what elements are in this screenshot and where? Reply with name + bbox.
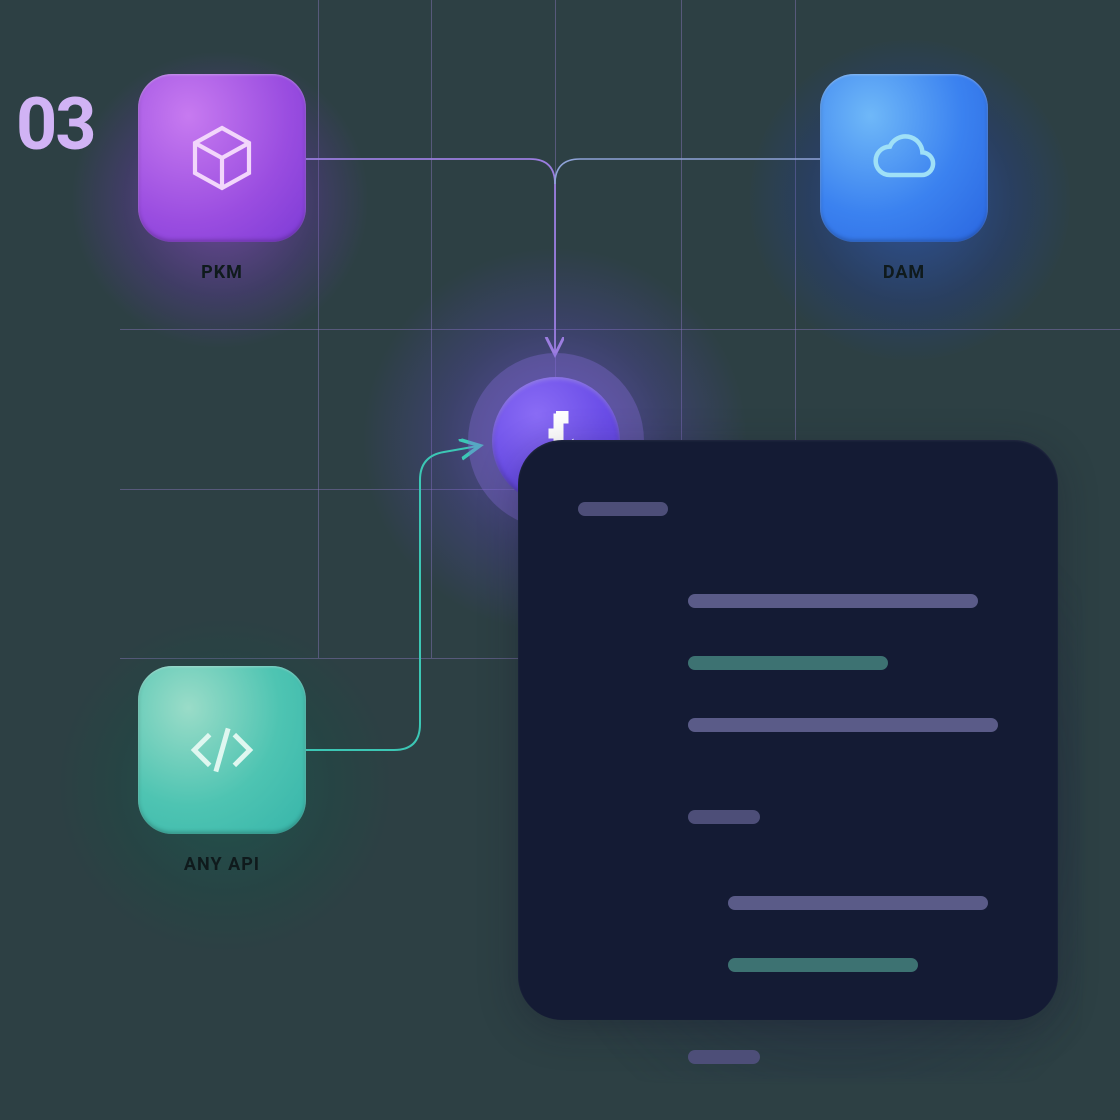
cloud-icon: [870, 124, 938, 192]
node-pkm: [138, 74, 306, 242]
code-line: [728, 958, 918, 972]
package-icon: [186, 122, 258, 194]
node-dam-label: DAM: [883, 262, 925, 283]
code-icon: [185, 713, 259, 787]
code-line: [688, 810, 760, 824]
code-line: [688, 594, 978, 608]
code-line: [578, 502, 668, 516]
code-line: [728, 896, 988, 910]
node-api-label: ANY API: [184, 854, 260, 875]
diagram-canvas: 03 PKM DAM ANY API: [0, 0, 1120, 1120]
code-panel: [518, 440, 1058, 1020]
code-line: [688, 718, 998, 732]
node-dam: [820, 74, 988, 242]
step-number: 03: [16, 82, 95, 167]
code-line: [688, 656, 888, 670]
node-api: [138, 666, 306, 834]
code-line: [688, 1050, 760, 1064]
node-pkm-label: PKM: [201, 262, 243, 283]
